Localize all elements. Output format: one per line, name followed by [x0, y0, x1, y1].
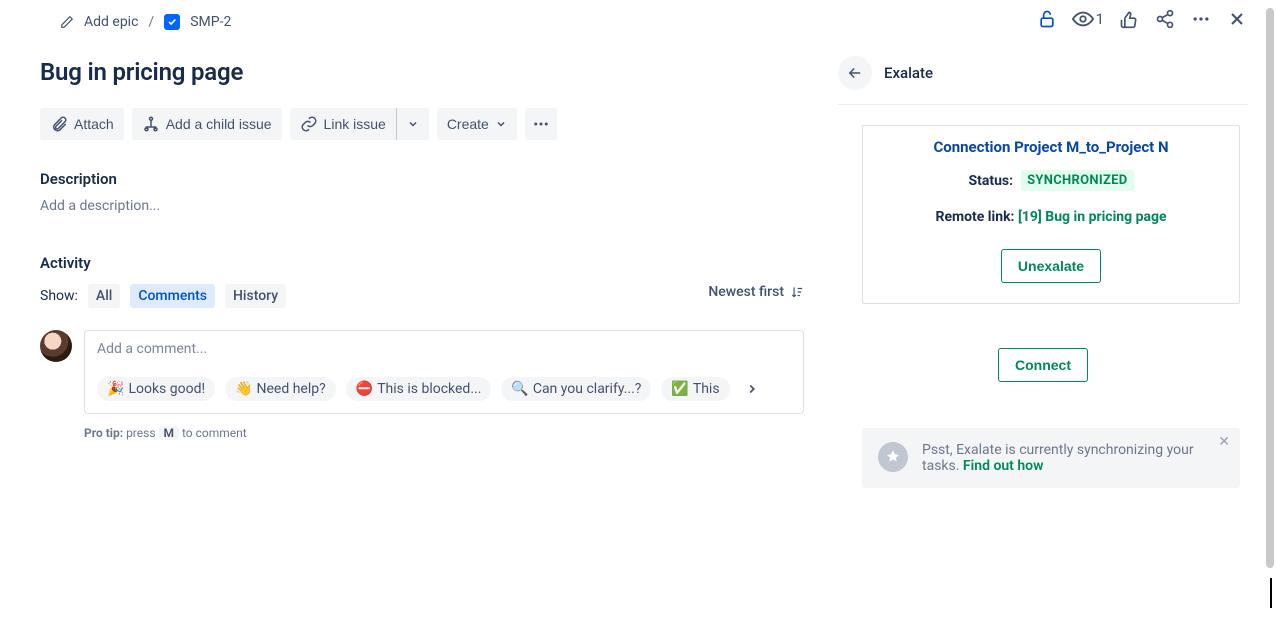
banner-find-out-link[interactable]: Find out how [963, 458, 1044, 474]
remote-link-label: Remote link: [935, 209, 1014, 225]
chip-clarify[interactable]: 🔍Can you clarify...? [501, 377, 651, 401]
exalate-logo-icon [878, 442, 908, 472]
exalate-header: Exalate [838, 50, 1248, 105]
chip-need-help[interactable]: 👋Need help? [225, 377, 336, 401]
link-issue-dropdown[interactable] [397, 108, 429, 140]
description-heading: Description [40, 170, 804, 188]
create-button[interactable]: Create [437, 108, 517, 140]
chip-scroll-right[interactable] [740, 377, 764, 401]
comment-box[interactable]: Add a comment... 🎉Looks good! 👋Need help… [84, 330, 804, 414]
status-badge: SYNCHRONIZED [1021, 170, 1133, 191]
close-icon[interactable] [1226, 8, 1248, 30]
text-cursor [1270, 578, 1272, 608]
status-label: Status: [968, 173, 1013, 189]
banner-close-icon[interactable]: ✕ [1218, 434, 1230, 450]
activity-heading: Activity [40, 254, 286, 272]
connect-button[interactable]: Connect [998, 348, 1088, 382]
chip-blocked[interactable]: ⛔This is blocked... [346, 377, 492, 401]
issue-type-icon [164, 14, 180, 30]
watch-icon[interactable] [1072, 8, 1094, 30]
show-label: Show: [40, 288, 78, 304]
top-actions: 1 [1036, 8, 1248, 30]
watch-count: 1 [1096, 10, 1104, 28]
exalate-title: Exalate [884, 64, 933, 82]
unexalate-button[interactable]: Unexalate [1001, 249, 1101, 283]
avatar [40, 330, 72, 362]
tab-comments[interactable]: Comments [130, 284, 215, 308]
back-button[interactable] [838, 56, 872, 90]
link-issue-button[interactable]: Link issue [290, 108, 396, 140]
add-epic-link[interactable]: Add epic [84, 14, 138, 30]
more-icon[interactable] [1190, 8, 1212, 30]
like-icon[interactable] [1118, 8, 1140, 30]
scrollbar[interactable] [1266, 8, 1274, 568]
issue-title[interactable]: Bug in pricing page [40, 58, 804, 86]
lock-icon[interactable] [1036, 8, 1058, 30]
tab-history[interactable]: History [225, 284, 286, 308]
action-toolbar: Attach Add a child issue Link issue Crea… [40, 108, 804, 140]
connection-name: Connection Project M_to_Project N [877, 138, 1225, 156]
chip-this[interactable]: ✅This [661, 377, 729, 401]
breadcrumb-separator: / [148, 14, 154, 30]
attach-button[interactable]: Attach [40, 108, 124, 140]
description-field[interactable]: Add a description... [40, 198, 804, 214]
edit-icon [60, 15, 74, 29]
breadcrumb: Add epic / SMP-2 [40, 14, 231, 30]
add-child-issue-button[interactable]: Add a child issue [132, 108, 282, 140]
tab-all[interactable]: All [88, 284, 120, 308]
more-actions-button[interactable] [525, 108, 557, 140]
sort-button[interactable]: Newest first [708, 284, 804, 300]
connection-card: Connection Project M_to_Project N Status… [862, 125, 1240, 304]
chip-looks-good[interactable]: 🎉Looks good! [97, 377, 215, 401]
pro-tip: Pro tip: press M to comment [84, 426, 804, 440]
comment-input[interactable]: Add a comment... [97, 341, 791, 357]
share-icon[interactable] [1154, 8, 1176, 30]
info-banner: ✕ Psst, Exalate is currently synchronizi… [862, 428, 1240, 488]
issue-key-link[interactable]: SMP-2 [190, 14, 231, 30]
remote-link[interactable]: [19] Bug in pricing page [1018, 209, 1167, 225]
